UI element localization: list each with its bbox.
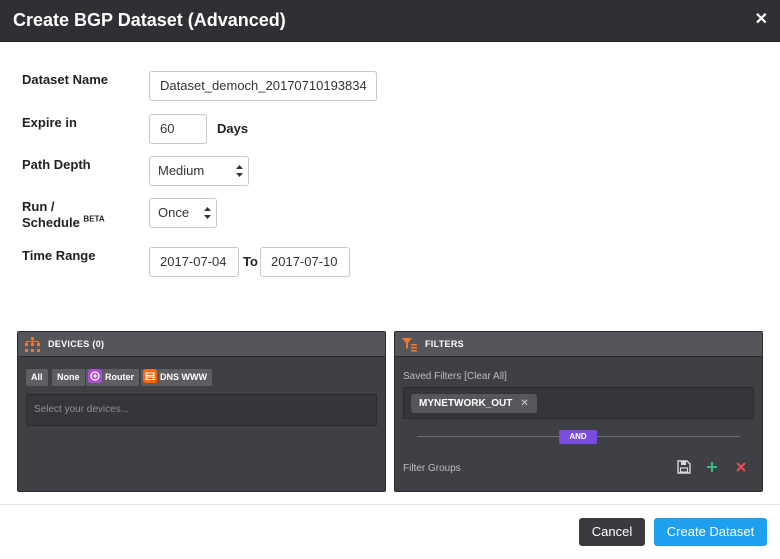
- dialog-header: Create BGP Dataset (Advanced) ✕: [0, 0, 780, 42]
- router-icon: [88, 369, 102, 383]
- filter-groups-label: Filter Groups: [403, 463, 461, 474]
- time-range-to-input[interactable]: 2017-07-10: [260, 247, 350, 277]
- and-divider-right: [597, 436, 740, 437]
- expire-input[interactable]: 60: [149, 114, 207, 144]
- devices-panel-title: DEVICES (0): [48, 339, 105, 349]
- expire-unit: Days: [217, 121, 249, 136]
- run-label: Run /: [22, 199, 55, 214]
- router-chip-label: Router: [105, 372, 134, 382]
- filter-icon: [402, 338, 417, 352]
- delete-icon[interactable]: [733, 459, 749, 475]
- run-schedule-select[interactable]: Once: [149, 198, 217, 228]
- time-range-label: Time Range: [22, 248, 96, 263]
- select-arrows-icon: [204, 207, 211, 219]
- devices-panel-header: DEVICES (0): [18, 332, 385, 357]
- remove-tag-icon[interactable]: ✕: [520, 398, 528, 409]
- filter-tag[interactable]: MYNETWORK_OUT ✕: [411, 394, 537, 413]
- saved-filters-box[interactable]: MYNETWORK_OUT ✕: [403, 387, 754, 419]
- and-divider-left: [417, 436, 559, 437]
- close-icon[interactable]: ✕: [755, 11, 768, 29]
- filters-panel: FILTERS Saved Filters [Clear All] MYNETW…: [394, 331, 763, 492]
- filters-panel-header: FILTERS: [395, 332, 762, 357]
- filter-tag-label: MYNETWORK_OUT: [419, 398, 513, 409]
- dialog-title: Create BGP Dataset (Advanced): [13, 10, 286, 30]
- run-schedule-label: Run / Schedule BETA: [22, 199, 105, 231]
- devices-icon: [25, 337, 40, 352]
- select-none-chip[interactable]: None: [52, 369, 85, 386]
- expire-label: Expire in: [22, 115, 77, 130]
- dns-server-icon: [143, 369, 157, 383]
- path-depth-value: Medium: [158, 163, 205, 178]
- cancel-button[interactable]: Cancel: [579, 518, 645, 546]
- select-arrows-icon: [236, 165, 243, 177]
- devices-panel: DEVICES (0) All None Router DNS WWW Sele…: [17, 331, 386, 492]
- time-range-to-label: To: [243, 254, 258, 269]
- select-all-chip[interactable]: All: [26, 369, 48, 386]
- dataset-name-label: Dataset Name: [22, 72, 108, 87]
- saved-filters-label[interactable]: Saved Filters [Clear All]: [403, 371, 507, 382]
- schedule-label: Schedule: [22, 215, 80, 230]
- and-connector-badge[interactable]: AND: [559, 430, 597, 444]
- dns-www-chip-label: DNS WWW: [160, 372, 207, 382]
- time-range-from-input[interactable]: 2017-07-04: [149, 247, 239, 277]
- create-dataset-button[interactable]: Create Dataset: [654, 518, 767, 546]
- filters-panel-title: FILTERS: [425, 339, 464, 349]
- footer-divider: [0, 504, 780, 505]
- dataset-name-input[interactable]: Dataset_democh_20170710193834: [149, 71, 377, 101]
- beta-badge: BETA: [83, 214, 105, 224]
- device-search-input[interactable]: Select your devices...: [26, 394, 377, 426]
- path-depth-select[interactable]: Medium: [149, 156, 249, 186]
- path-depth-label: Path Depth: [22, 157, 91, 172]
- run-schedule-value: Once: [158, 205, 190, 220]
- save-icon[interactable]: [676, 459, 692, 475]
- dns-www-chip[interactable]: DNS WWW: [141, 369, 212, 386]
- router-chip[interactable]: Router: [86, 369, 139, 386]
- add-icon[interactable]: [704, 459, 720, 475]
